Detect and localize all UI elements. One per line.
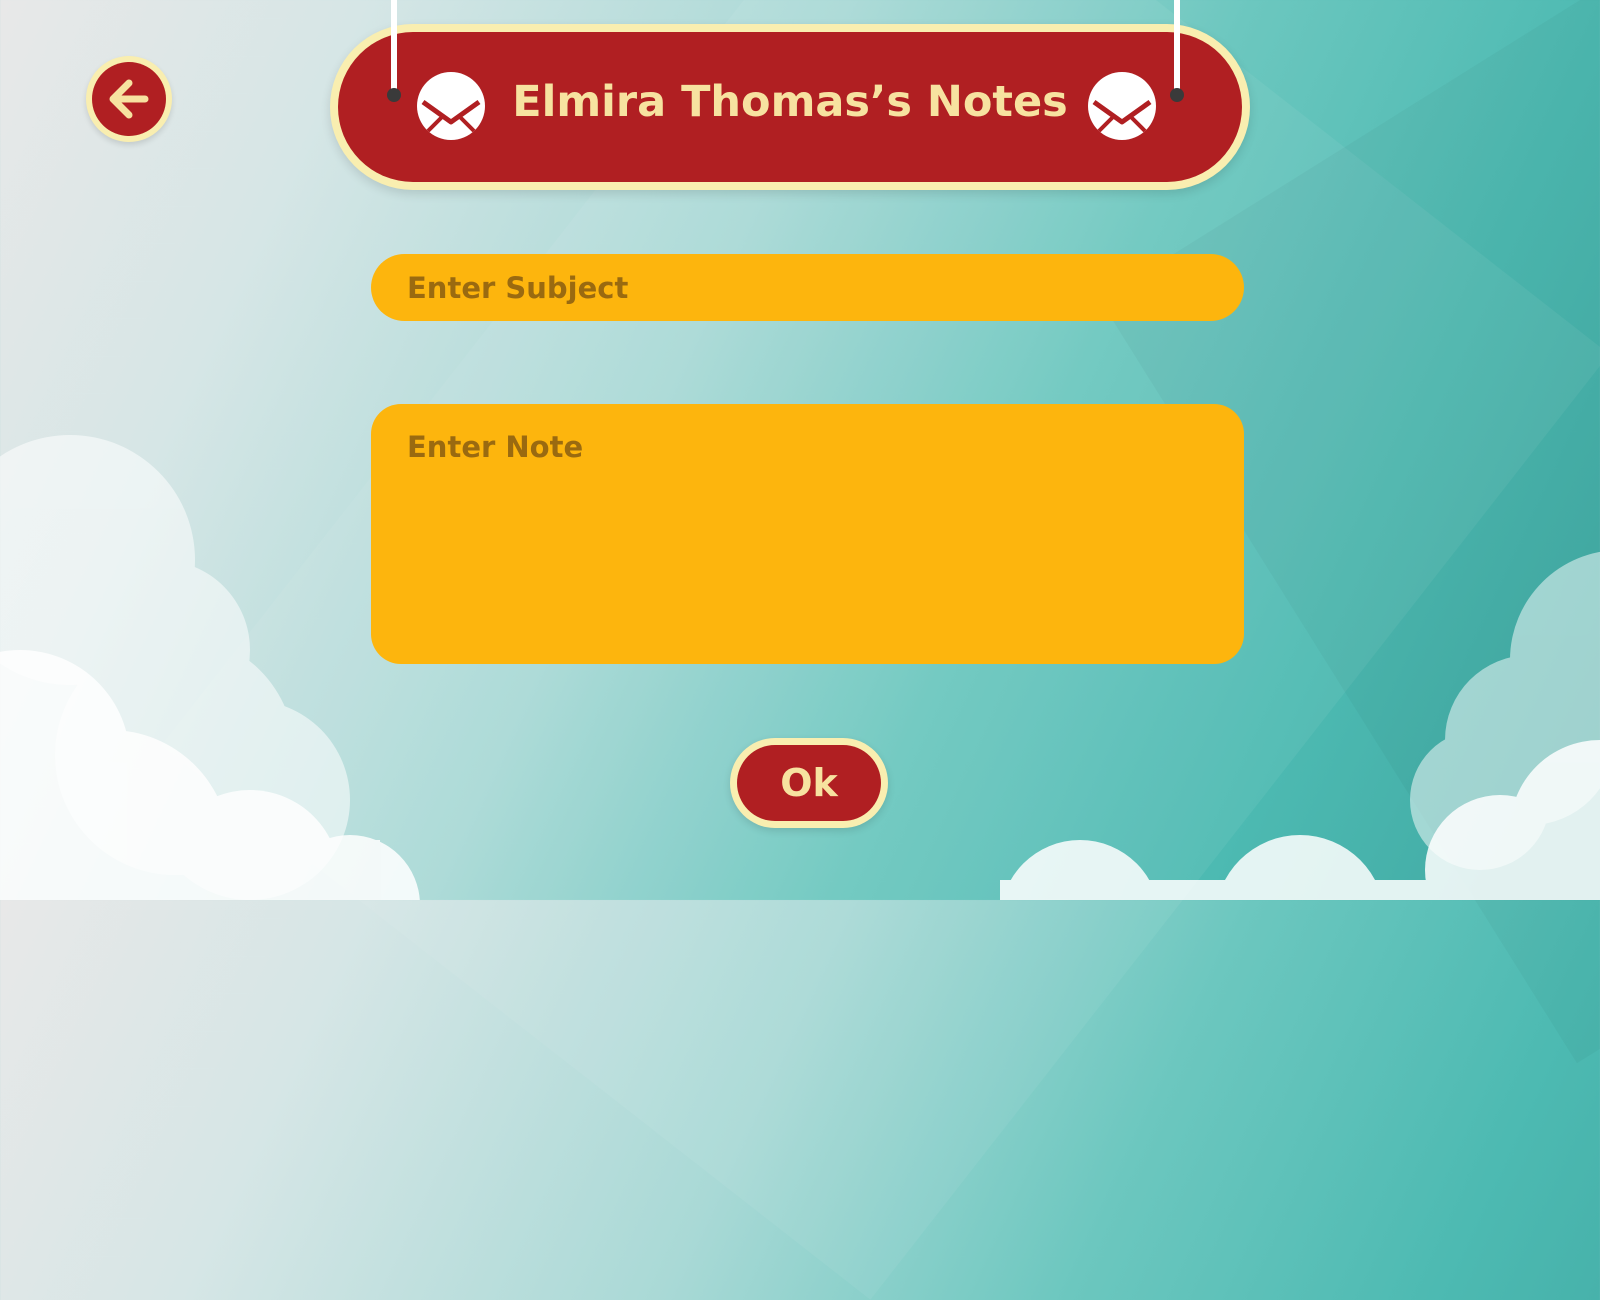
envelope-icon xyxy=(417,72,485,140)
banner-peg-right xyxy=(1170,88,1184,102)
back-button[interactable] xyxy=(86,56,172,142)
page-title: Elmira Thomas’s Notes xyxy=(512,77,1068,127)
banner-string-left xyxy=(391,0,397,92)
arrow-left-icon xyxy=(109,79,149,119)
banner-peg-left xyxy=(387,88,401,102)
ok-button[interactable]: Ok xyxy=(730,738,888,828)
banner-string-right xyxy=(1174,0,1180,92)
ok-button-face[interactable]: Ok xyxy=(737,745,881,821)
back-button-face[interactable] xyxy=(92,62,166,136)
subject-input[interactable] xyxy=(371,254,1244,321)
note-textarea[interactable] xyxy=(371,404,1244,664)
ok-button-label: Ok xyxy=(780,761,838,805)
